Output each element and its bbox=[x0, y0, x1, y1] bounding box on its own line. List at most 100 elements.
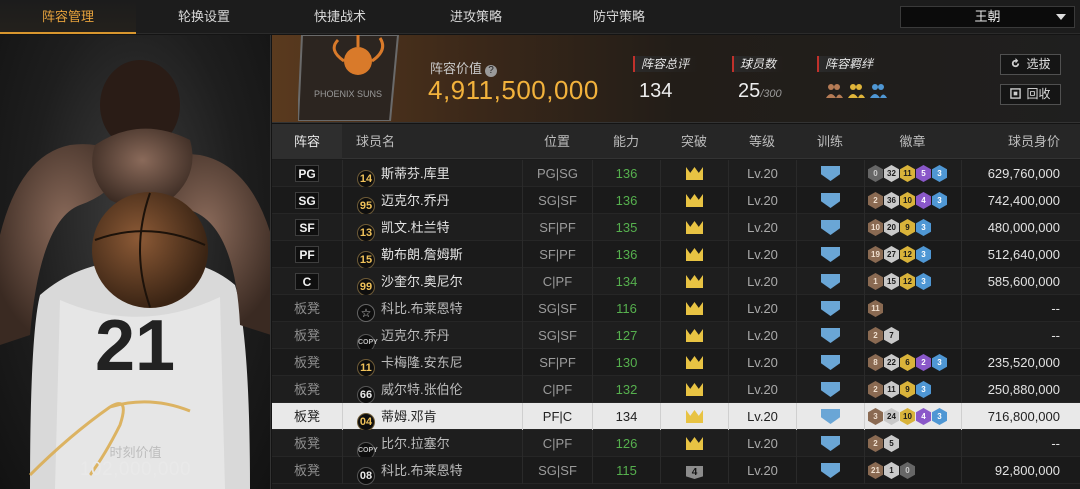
slot-cell[interactable]: 板凳 bbox=[272, 322, 342, 349]
breakthrough-cell[interactable] bbox=[660, 268, 728, 295]
breakthrough-cell[interactable] bbox=[660, 376, 728, 403]
badges-cell[interactable]: 8 22 6 2 3 bbox=[864, 349, 961, 376]
recycle-button[interactable]: 回收 bbox=[1000, 84, 1061, 105]
table-row[interactable]: 板凳 11 卡梅隆.安东尼 SF|PF 130 Lv.20 8 22 6 2 3 235,520,00… bbox=[272, 349, 1080, 377]
badges-cell[interactable]: 27 bbox=[864, 322, 961, 349]
badges-cell[interactable]: 11 bbox=[864, 295, 961, 322]
name-cell[interactable]: 15 勒布朗.詹姆斯 bbox=[342, 241, 522, 269]
training-shield-icon[interactable] bbox=[821, 463, 840, 478]
training-shield-icon[interactable] bbox=[821, 382, 840, 397]
name-cell[interactable]: COPY 迈克尔.乔丹 bbox=[342, 322, 522, 352]
slot-cell[interactable]: PF bbox=[272, 241, 342, 268]
table-row[interactable]: 板凳 08 科比.布莱恩特 SG|SF 115 4 Lv.20 21 1 0 92,800,000 bbox=[272, 457, 1080, 485]
slot-cell[interactable]: 板凳 bbox=[272, 457, 342, 484]
training-cell[interactable] bbox=[796, 322, 864, 349]
name-cell[interactable]: 95 迈克尔.乔丹 bbox=[342, 187, 522, 215]
breakthrough-cell[interactable] bbox=[660, 241, 728, 268]
slot-cell[interactable]: 板凳 bbox=[272, 403, 342, 430]
col-position[interactable]: 位置 bbox=[522, 124, 592, 159]
name-cell[interactable]: 08 科比.布莱恩特 bbox=[342, 457, 522, 485]
badges-cell[interactable]: 10 20 9 3 bbox=[864, 214, 961, 241]
training-cell[interactable] bbox=[796, 430, 864, 457]
breakthrough-cell[interactable] bbox=[660, 295, 728, 322]
breakthrough-cell[interactable] bbox=[660, 214, 728, 241]
col-player-value[interactable]: 球员身价 bbox=[961, 124, 1080, 159]
badges-cell[interactable]: 25 bbox=[864, 430, 961, 457]
slot-cell[interactable]: 板凳 bbox=[272, 295, 342, 322]
slot-cell[interactable]: 板凳 bbox=[272, 349, 342, 376]
col-breakthrough[interactable]: 突破 bbox=[660, 124, 728, 159]
chemistry-icons[interactable] bbox=[825, 80, 889, 103]
training-cell[interactable] bbox=[796, 457, 864, 484]
training-cell[interactable] bbox=[796, 241, 864, 268]
training-cell[interactable] bbox=[796, 268, 864, 295]
badges-cell[interactable]: 3 24 10 4 3 bbox=[864, 403, 961, 430]
name-cell[interactable]: 04 蒂姆.邓肯 bbox=[342, 403, 522, 431]
name-cell[interactable]: COPY 比尔.拉塞尔 bbox=[342, 430, 522, 460]
badges-cell[interactable]: 2 11 9 3 bbox=[864, 376, 961, 403]
training-shield-icon[interactable] bbox=[821, 436, 840, 451]
training-cell[interactable] bbox=[796, 160, 864, 187]
training-shield-icon[interactable] bbox=[821, 409, 840, 424]
badges-cell[interactable]: 0 32 11 5 3 bbox=[864, 160, 961, 187]
table-row[interactable]: 板凳 ☆ 科比.布莱恩特 SG|SF 116 Lv.20 11 -- bbox=[272, 295, 1080, 322]
table-row[interactable]: C 99 沙奎尔.奥尼尔 C|PF 134 Lv.20 1 15 12 3 585,600,000 bbox=[272, 268, 1080, 296]
training-shield-icon[interactable] bbox=[821, 355, 840, 370]
slot-cell[interactable]: SF bbox=[272, 214, 342, 241]
slot-cell[interactable]: C bbox=[272, 268, 342, 295]
training-cell[interactable] bbox=[796, 187, 864, 214]
select-button[interactable]: 选拔 bbox=[1000, 54, 1061, 75]
table-row[interactable]: 板凳 66 威尔特.张伯伦 C|PF 132 Lv.20 2 11 9 3 250,880,000 bbox=[272, 376, 1080, 404]
slot-cell[interactable]: 板凳 bbox=[272, 376, 342, 403]
breakthrough-cell[interactable] bbox=[660, 430, 728, 457]
table-row[interactable]: 板凳 COPY 迈克尔.乔丹 SG|SF 127 Lv.20 2 7 -- bbox=[272, 322, 1080, 352]
tab-offense-strategy[interactable]: 进攻策略 bbox=[408, 0, 544, 34]
badges-cell[interactable]: 19 27 12 3 bbox=[864, 241, 961, 268]
col-badges[interactable]: 徽章 bbox=[864, 124, 961, 159]
training-cell[interactable] bbox=[796, 349, 864, 376]
breakthrough-cell[interactable] bbox=[660, 160, 728, 187]
name-cell[interactable]: 99 沙奎尔.奥尼尔 bbox=[342, 268, 522, 296]
lineup-dropdown[interactable]: 王朝 bbox=[900, 6, 1075, 28]
col-training[interactable]: 训练 bbox=[796, 124, 864, 159]
badges-cell[interactable]: 1 15 12 3 bbox=[864, 268, 961, 295]
training-shield-icon[interactable] bbox=[821, 301, 840, 316]
tab-quick-tactics[interactable]: 快捷战术 bbox=[272, 0, 408, 34]
tab-defense-strategy[interactable]: 防守策略 bbox=[551, 0, 687, 34]
breakthrough-cell[interactable] bbox=[660, 322, 728, 349]
name-cell[interactable]: 13 凯文.杜兰特 bbox=[342, 214, 522, 242]
slot-cell[interactable]: 板凳 bbox=[272, 430, 342, 457]
name-cell[interactable]: ☆ 科比.布莱恩特 bbox=[342, 295, 522, 322]
table-row[interactable]: 板凳 04 蒂姆.邓肯 PF|C 134 Lv.20 3 24 10 4 3 716,800,000 bbox=[272, 403, 1080, 431]
training-shield-icon[interactable] bbox=[821, 328, 840, 343]
slot-cell[interactable]: SG bbox=[272, 187, 342, 214]
training-shield-icon[interactable] bbox=[821, 220, 840, 235]
table-row[interactable]: PF 15 勒布朗.詹姆斯 SF|PF 136 Lv.20 19 27 12 3 512,640,0… bbox=[272, 241, 1080, 269]
tab-lineup-management[interactable]: 阵容管理 bbox=[0, 0, 136, 34]
player-card[interactable]: 21 时刻价值 102,000,000 bbox=[0, 35, 271, 489]
training-shield-icon[interactable] bbox=[821, 247, 840, 262]
tab-rotation-settings[interactable]: 轮换设置 bbox=[136, 0, 272, 34]
training-cell[interactable] bbox=[796, 403, 864, 430]
table-row[interactable]: SF 13 凯文.杜兰特 SF|PF 135 Lv.20 10 20 9 3 480,000,000 bbox=[272, 214, 1080, 242]
badges-cell[interactable]: 21 1 0 bbox=[864, 457, 961, 484]
name-cell[interactable]: 66 威尔特.张伯伦 bbox=[342, 376, 522, 404]
breakthrough-cell[interactable] bbox=[660, 349, 728, 376]
training-shield-icon[interactable] bbox=[821, 193, 840, 208]
slot-cell[interactable]: PG bbox=[272, 160, 342, 187]
badges-cell[interactable]: 2 36 10 4 3 bbox=[864, 187, 961, 214]
table-row[interactable]: 板凳 COPY 比尔.拉塞尔 C|PF 126 Lv.20 2 5 -- bbox=[272, 430, 1080, 460]
breakthrough-cell[interactable] bbox=[660, 187, 728, 214]
name-cell[interactable]: 14 斯蒂芬.库里 bbox=[342, 160, 522, 188]
col-ability[interactable]: 能力 bbox=[592, 124, 660, 159]
training-cell[interactable] bbox=[796, 376, 864, 403]
col-level[interactable]: 等级 bbox=[728, 124, 796, 159]
table-row[interactable]: SG 95 迈克尔.乔丹 SG|SF 136 Lv.20 2 36 10 4 3 742,400,00… bbox=[272, 187, 1080, 215]
col-slot[interactable]: 阵容 bbox=[272, 124, 342, 159]
training-shield-icon[interactable] bbox=[821, 166, 840, 181]
training-cell[interactable] bbox=[796, 295, 864, 322]
breakthrough-cell[interactable] bbox=[660, 403, 728, 430]
training-cell[interactable] bbox=[796, 214, 864, 241]
breakthrough-cell[interactable]: 4 bbox=[660, 457, 728, 484]
training-shield-icon[interactable] bbox=[821, 274, 840, 289]
